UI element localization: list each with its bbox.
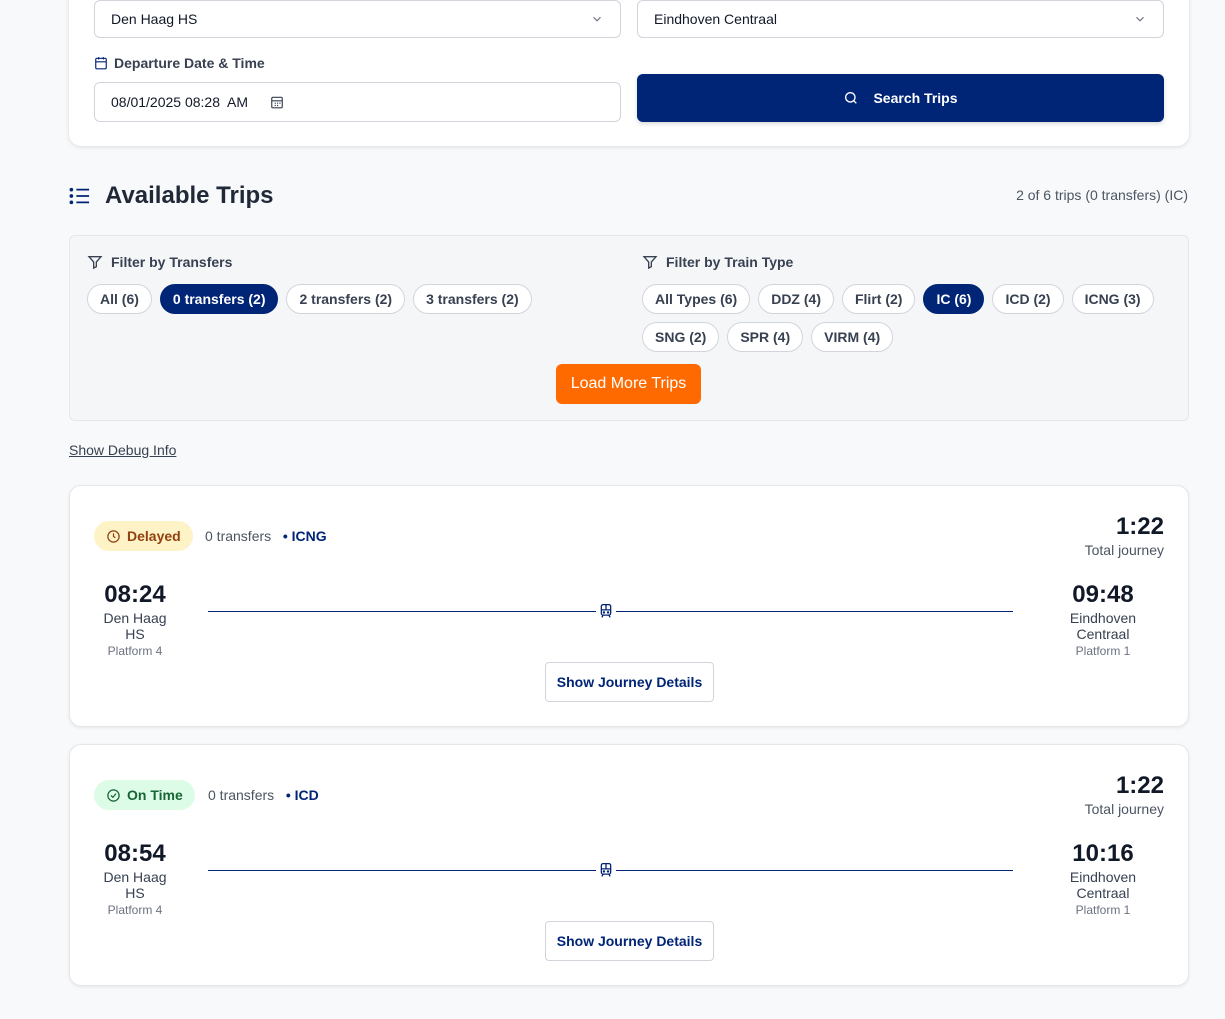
departure-station: Den Haag HS [103,610,167,642]
train-type-chip-group: All Types (6) DDZ (4) Flirt (2) IC (6) ICD (… [642,284,1172,352]
transfer-filter-chip[interactable]: 0 transfers (2) [159,284,279,314]
show-debug-link[interactable]: Show Debug Info [69,442,176,458]
journey-duration: 1:22 Total journey [1085,512,1164,558]
available-trips-header: Available Trips [69,182,274,210]
show-journey-details-button[interactable]: Show Journey Details [545,921,714,961]
filter-transfers-text: Filter by Transfers [111,254,233,270]
show-journey-details-button[interactable]: Show Journey Details [545,662,714,702]
datetime-input[interactable]: 08/01/2025 08:28 AM [94,82,621,122]
chevron-down-icon [593,16,601,22]
train-type-filter-chip[interactable]: IC (6) [923,284,985,314]
arrival-stop: 10:16 Eindhoven Centraal Platform 1 [1042,840,1164,917]
departure-station: Den Haag HS [103,869,167,901]
transfer-chip-group: All (6) 0 transfers (2) 2 transfers (2) 3 t… [87,284,607,314]
train-type-filter-chip[interactable]: DDZ (4) [758,284,834,314]
filter-train-type-label: Filter by Train Type [642,254,793,270]
page-title: Available Trips [105,182,274,209]
chevron-down-icon [1136,16,1144,22]
departure-platform: Platform 4 [107,903,163,917]
train-icon [596,861,616,879]
list-icon [69,187,90,205]
transfer-filter-chip[interactable]: All (6) [87,284,152,314]
train-type-filter-chip[interactable]: SNG (2) [642,322,720,352]
transfer-info: 0 transfers • ICD [208,787,319,803]
arrival-time: 09:48 [1072,581,1134,608]
transfer-info: 0 transfers • ICNG [205,528,327,544]
trip-card: Delayed 0 transfers • ICNG 1:22 Total jo… [69,485,1189,727]
train-type-filter-chip[interactable]: Flirt (2) [841,284,916,314]
calendar-picker-icon[interactable] [270,95,284,109]
status-text: Delayed [127,528,181,544]
check-circle-icon [107,788,120,802]
filter-transfers-label: Filter by Transfers [87,254,232,270]
train-icon [596,602,616,620]
search-icon [845,92,858,104]
from-station-value: Den Haag HS [111,11,198,27]
departure-platform: Platform 4 [107,644,163,658]
filter-icon [642,256,658,270]
trip-count: 2 of 6 trips (0 transfers) (IC) [1016,187,1188,203]
train-type-filter-chip[interactable]: VIRM (4) [811,322,894,352]
datetime-value: 08/01/2025 08:28 AM [111,94,248,110]
load-more-button[interactable]: Load More Trips [556,364,701,404]
journey-duration: 1:22 Total journey [1085,771,1164,817]
train-type-filter-chip[interactable]: SPR (4) [727,322,804,352]
departure-time: 08:24 [104,581,166,608]
train-type-label: • ICNG [282,528,327,544]
clock-icon [107,529,120,543]
status-badge: Delayed [94,521,193,551]
arrival-station: Eindhoven Centraal [1069,869,1137,901]
duration-label: Total journey [1084,542,1164,558]
filter-train-type-text: Filter by Train Type [666,254,794,270]
arrival-platform: Platform 1 [1075,644,1131,658]
datetime-label-text: Departure Date & Time [114,55,265,71]
arrival-platform: Platform 1 [1075,903,1131,917]
datetime-label: Departure Date & Time [94,55,265,71]
arrival-stop: 09:48 Eindhoven Centraal Platform 1 [1042,581,1164,658]
to-station-value: Eindhoven Centraal [654,11,777,27]
filter-panel: Filter by Transfers All (6) 0 transfers (… [69,235,1189,421]
departure-stop: 08:24 Den Haag HS Platform 4 [94,581,176,658]
search-button-label: Search Trips [873,90,958,106]
train-type-filter-chip[interactable]: ICD (2) [992,284,1064,314]
status-badge: On Time [94,780,195,810]
train-type-filter-chip[interactable]: All Types (6) [642,284,751,314]
to-station-select[interactable]: Eindhoven Centraal [637,0,1164,38]
transfer-count: 0 transfers [208,787,275,803]
filter-icon [87,256,103,270]
duration-value: 1:22 [1115,772,1164,799]
transfer-filter-chip[interactable]: 3 transfers (2) [413,284,532,314]
transfer-count: 0 transfers [205,528,272,544]
trip-card: On Time 0 transfers • ICD 1:22 Total jou… [69,744,1189,986]
search-trips-button[interactable]: Search Trips [637,74,1164,122]
train-type-label: • ICD [285,787,319,803]
departure-time: 08:54 [104,840,166,867]
from-station-select[interactable]: Den Haag HS [94,0,621,38]
duration-value: 1:22 [1115,513,1164,540]
status-text: On Time [127,787,183,803]
transfer-filter-chip[interactable]: 2 transfers (2) [286,284,406,314]
calendar-icon [95,57,107,70]
arrival-station: Eindhoven Centraal [1069,610,1137,642]
train-type-filter-chip[interactable]: ICNG (3) [1071,284,1154,314]
duration-label: Total journey [1084,801,1164,817]
departure-stop: 08:54 Den Haag HS Platform 4 [94,840,176,917]
arrival-time: 10:16 [1072,840,1134,867]
